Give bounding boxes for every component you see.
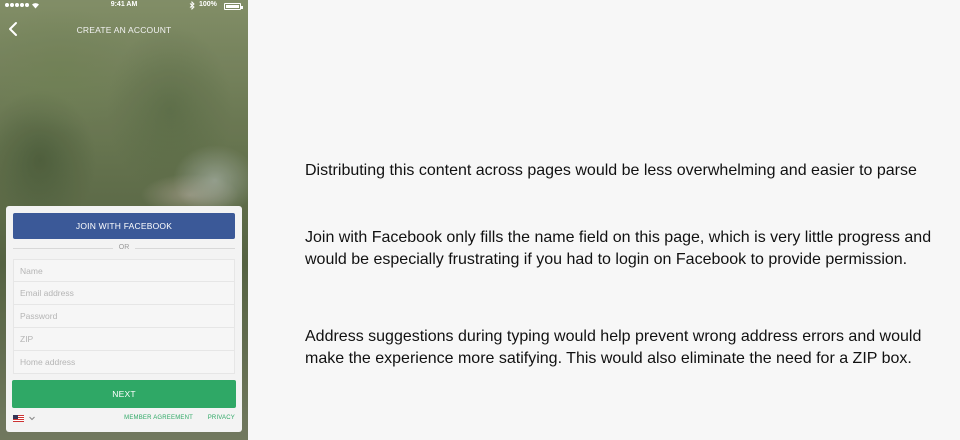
bluetooth-icon bbox=[189, 0, 195, 12]
home-address-field[interactable] bbox=[13, 351, 235, 374]
join-with-facebook-button[interactable]: JOIN WITH FACEBOOK bbox=[13, 213, 235, 239]
page-title: CREATE AN ACCOUNT bbox=[76, 25, 172, 35]
phone-screen: 9:41 AM 100% CREATE AN ACCOUNT JOIN WITH… bbox=[0, 0, 248, 440]
us-flag-icon[interactable] bbox=[13, 415, 24, 422]
password-field[interactable] bbox=[13, 305, 235, 328]
email-field[interactable] bbox=[13, 282, 235, 305]
form-footer: MEMBER AGREEMENT PRIVACY bbox=[13, 413, 235, 425]
annotation-note: Distributing this content across pages w… bbox=[305, 162, 917, 179]
navigation-bar: CREATE AN ACCOUNT bbox=[0, 14, 248, 44]
privacy-link[interactable]: PRIVACY bbox=[208, 415, 235, 421]
signup-form-card: JOIN WITH FACEBOOK OR NEXT MEMBER AGREEM… bbox=[6, 206, 242, 432]
member-agreement-link[interactable]: MEMBER AGREEMENT bbox=[124, 415, 193, 421]
annotation-note: Join with Facebook only fills the name f… bbox=[305, 229, 932, 268]
annotation-note: Address suggestions during typing would … bbox=[305, 328, 922, 367]
form-fields bbox=[13, 259, 235, 374]
zip-field[interactable] bbox=[13, 328, 235, 351]
battery-percentage: 100% bbox=[199, 1, 217, 8]
battery-icon bbox=[224, 3, 243, 10]
chevron-down-icon[interactable] bbox=[28, 413, 36, 425]
status-bar: 9:41 AM 100% bbox=[0, 0, 248, 12]
or-divider: OR bbox=[13, 241, 235, 255]
next-button[interactable]: NEXT bbox=[12, 380, 236, 408]
name-field[interactable] bbox=[13, 259, 235, 282]
or-label: OR bbox=[118, 244, 130, 251]
